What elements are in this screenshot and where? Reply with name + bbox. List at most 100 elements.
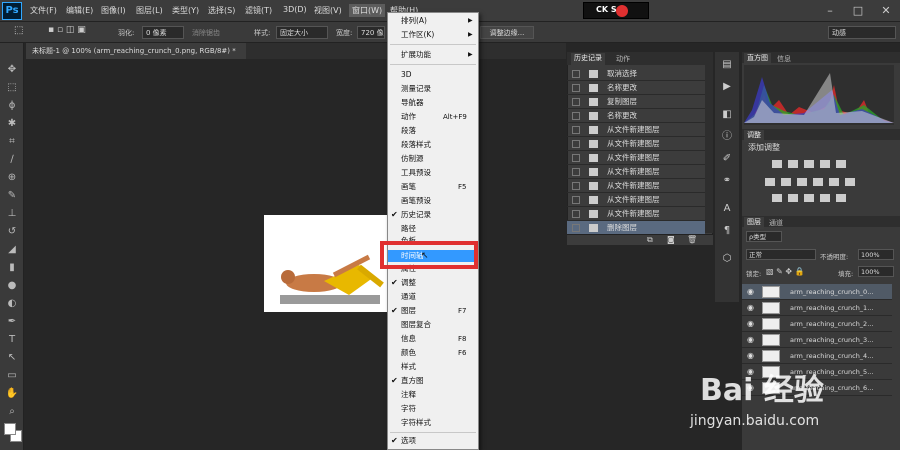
refine-edge-button[interactable]: 调整边缘... (480, 26, 534, 39)
eyedropper-icon[interactable]: ∕ (4, 153, 20, 167)
history-row[interactable]: 从文件新建图层 (567, 207, 705, 221)
history-checkbox[interactable] (572, 196, 580, 204)
actions-play-icon[interactable]: ▶ (720, 80, 734, 94)
menu-item-styles[interactable]: 样式 (388, 361, 478, 373)
gradient-map-icon[interactable] (836, 194, 846, 202)
menu-item-info[interactable]: 信息 F8 (388, 333, 478, 345)
history-checkbox[interactable] (572, 98, 580, 106)
visibility-eye-icon[interactable]: ◉ (747, 348, 754, 364)
menu-layer[interactable]: 图层(L) (136, 5, 163, 16)
menu-item-paragraph[interactable]: 段落 (388, 125, 478, 137)
history-row[interactable]: 名称更改 (567, 109, 705, 123)
history-checkbox[interactable] (572, 210, 580, 218)
history-row[interactable]: 取消选择 (567, 67, 705, 81)
menu-item-arrange[interactable]: 排列(A) ▶ (388, 15, 478, 27)
history-checkbox[interactable] (572, 182, 580, 190)
photo-filter-icon[interactable] (813, 178, 823, 186)
healing-brush-icon[interactable]: ⊕ (4, 171, 20, 185)
magic-wand-icon[interactable]: ✱ (4, 117, 20, 131)
crop-tool-icon[interactable]: ⌗ (4, 135, 20, 149)
channel-mixer-icon[interactable] (829, 178, 839, 186)
tab-channels[interactable]: 通道 (766, 218, 786, 228)
path-selection-icon[interactable]: ↖ (4, 351, 20, 365)
menu-item-layers[interactable]: ✔ 图层 F7 (388, 305, 478, 317)
minimize-icon[interactable]: – (817, 2, 843, 19)
exposure-icon[interactable] (820, 160, 830, 168)
tab-layers[interactable]: 图层 (744, 217, 764, 229)
menu-item-brush[interactable]: 画笔 F5 (388, 181, 478, 193)
menu-item-channels[interactable]: 通道 (388, 291, 478, 303)
history-row[interactable]: 复制图层 (567, 95, 705, 109)
history-row[interactable]: 名称更改 (567, 81, 705, 95)
history-icon[interactable]: ▤ (720, 58, 734, 72)
history-row[interactable]: 从文件新建图层 (567, 179, 705, 193)
layer-row[interactable]: ◉ arm_reaching_crunch_2... (742, 316, 892, 332)
visibility-eye-icon[interactable]: ◉ (747, 300, 754, 316)
menu-item-adjustments[interactable]: ✔ 调整 (388, 277, 478, 289)
lock-icons[interactable]: ▧ ✎ ✥ 🔒 (766, 267, 805, 276)
layer-row[interactable]: ◉ arm_reaching_crunch_1... (742, 300, 892, 316)
tab-actions[interactable]: 动作 (613, 54, 633, 64)
menu-item-color[interactable]: 颜色 F6 (388, 347, 478, 359)
snapshot-icon[interactable]: ◙ (667, 235, 675, 244)
clone-source-icon[interactable]: ⚭ (720, 174, 734, 188)
menu-item-notes[interactable]: 注释 (388, 389, 478, 401)
workspace-select[interactable]: 动感 (828, 26, 896, 39)
color-balance-icon[interactable] (781, 178, 791, 186)
layer-row[interactable]: ◉ arm_reaching_crunch_4... (742, 348, 892, 364)
move-tool-icon[interactable]: ✥ (4, 63, 20, 77)
history-row[interactable]: 从文件新建图层 (567, 151, 705, 165)
menu-3d[interactable]: 3D(D) (283, 5, 307, 14)
pen-tool-icon[interactable]: ✒ (4, 315, 20, 329)
menu-view[interactable]: 视图(V) (314, 5, 342, 16)
menu-item-layer-comps[interactable]: 图层复合 (388, 319, 478, 331)
layer-row[interactable]: ◉ arm_reaching_crunch_3... (742, 332, 892, 348)
menu-item-character-styles[interactable]: 字符样式 (388, 417, 478, 429)
history-brush-icon[interactable]: ↺ (4, 225, 20, 239)
invert-icon[interactable] (772, 194, 782, 202)
menu-item-histogram[interactable]: ✔ 直方图 (388, 375, 478, 387)
visibility-eye-icon[interactable]: ◉ (747, 332, 754, 348)
menu-filter[interactable]: 滤镜(T) (245, 5, 272, 16)
layer-row[interactable]: ◉ arm_reaching_crunch_0... (742, 284, 892, 300)
marquee-tool-icon[interactable]: ⬚ (4, 81, 20, 95)
history-row[interactable]: 从文件新建图层 (567, 137, 705, 151)
lasso-tool-icon[interactable]: ϕ (4, 99, 20, 113)
new-document-icon[interactable]: ⧉ (647, 235, 653, 245)
black-white-icon[interactable] (797, 178, 807, 186)
hue-saturation-icon[interactable] (765, 178, 775, 186)
shape-tool-icon[interactable]: ▭ (4, 369, 20, 383)
vibrance-icon[interactable] (836, 160, 846, 168)
gradient-tool-icon[interactable]: ▮ (4, 261, 20, 275)
menu-select[interactable]: 选择(S) (208, 5, 235, 16)
curves-icon[interactable] (804, 160, 814, 168)
adjustments-icon[interactable]: ◧ (720, 108, 734, 122)
history-row[interactable]: 从文件新建图层 (567, 123, 705, 137)
maximize-icon[interactable]: □ (845, 2, 871, 19)
history-checkbox[interactable] (572, 224, 580, 232)
menu-window[interactable]: 窗口(W) (349, 4, 386, 17)
menu-item-actions[interactable]: 动作 Alt+F9 (388, 111, 478, 123)
menu-type[interactable]: 类型(Y) (172, 5, 199, 16)
threshold-icon[interactable] (804, 194, 814, 202)
history-row-selected[interactable]: 删除图层 (567, 221, 705, 235)
history-checkbox[interactable] (572, 168, 580, 176)
menu-edit[interactable]: 编辑(E) (66, 5, 93, 16)
foreground-color-swatch[interactable] (4, 423, 16, 435)
brush-presets-icon[interactable]: ✐ (720, 152, 734, 166)
menu-item-navigator[interactable]: 导航器 (388, 97, 478, 109)
visibility-eye-icon[interactable]: ◉ (747, 284, 754, 300)
opacity-input[interactable]: 100% (858, 249, 894, 260)
marquee-tool-icon[interactable]: ⬚ (14, 25, 23, 36)
menu-item-measurement-log[interactable]: 测量记录 (388, 83, 478, 95)
brush-tool-icon[interactable]: ✎ (4, 189, 20, 203)
close-icon[interactable]: ✕ (873, 2, 899, 19)
history-scrollbar[interactable] (705, 65, 713, 233)
hand-tool-icon[interactable]: ✋ (4, 387, 20, 401)
trash-icon[interactable]: 🗑 (687, 235, 697, 244)
paragraph-icon[interactable]: ¶ (720, 224, 734, 238)
info-icon[interactable]: ⓘ (720, 130, 734, 144)
tab-history[interactable]: 历史记录 (571, 53, 605, 65)
style-select[interactable]: 固定大小 (276, 26, 328, 39)
menu-item-brush-presets[interactable]: 画笔预设 (388, 195, 478, 207)
